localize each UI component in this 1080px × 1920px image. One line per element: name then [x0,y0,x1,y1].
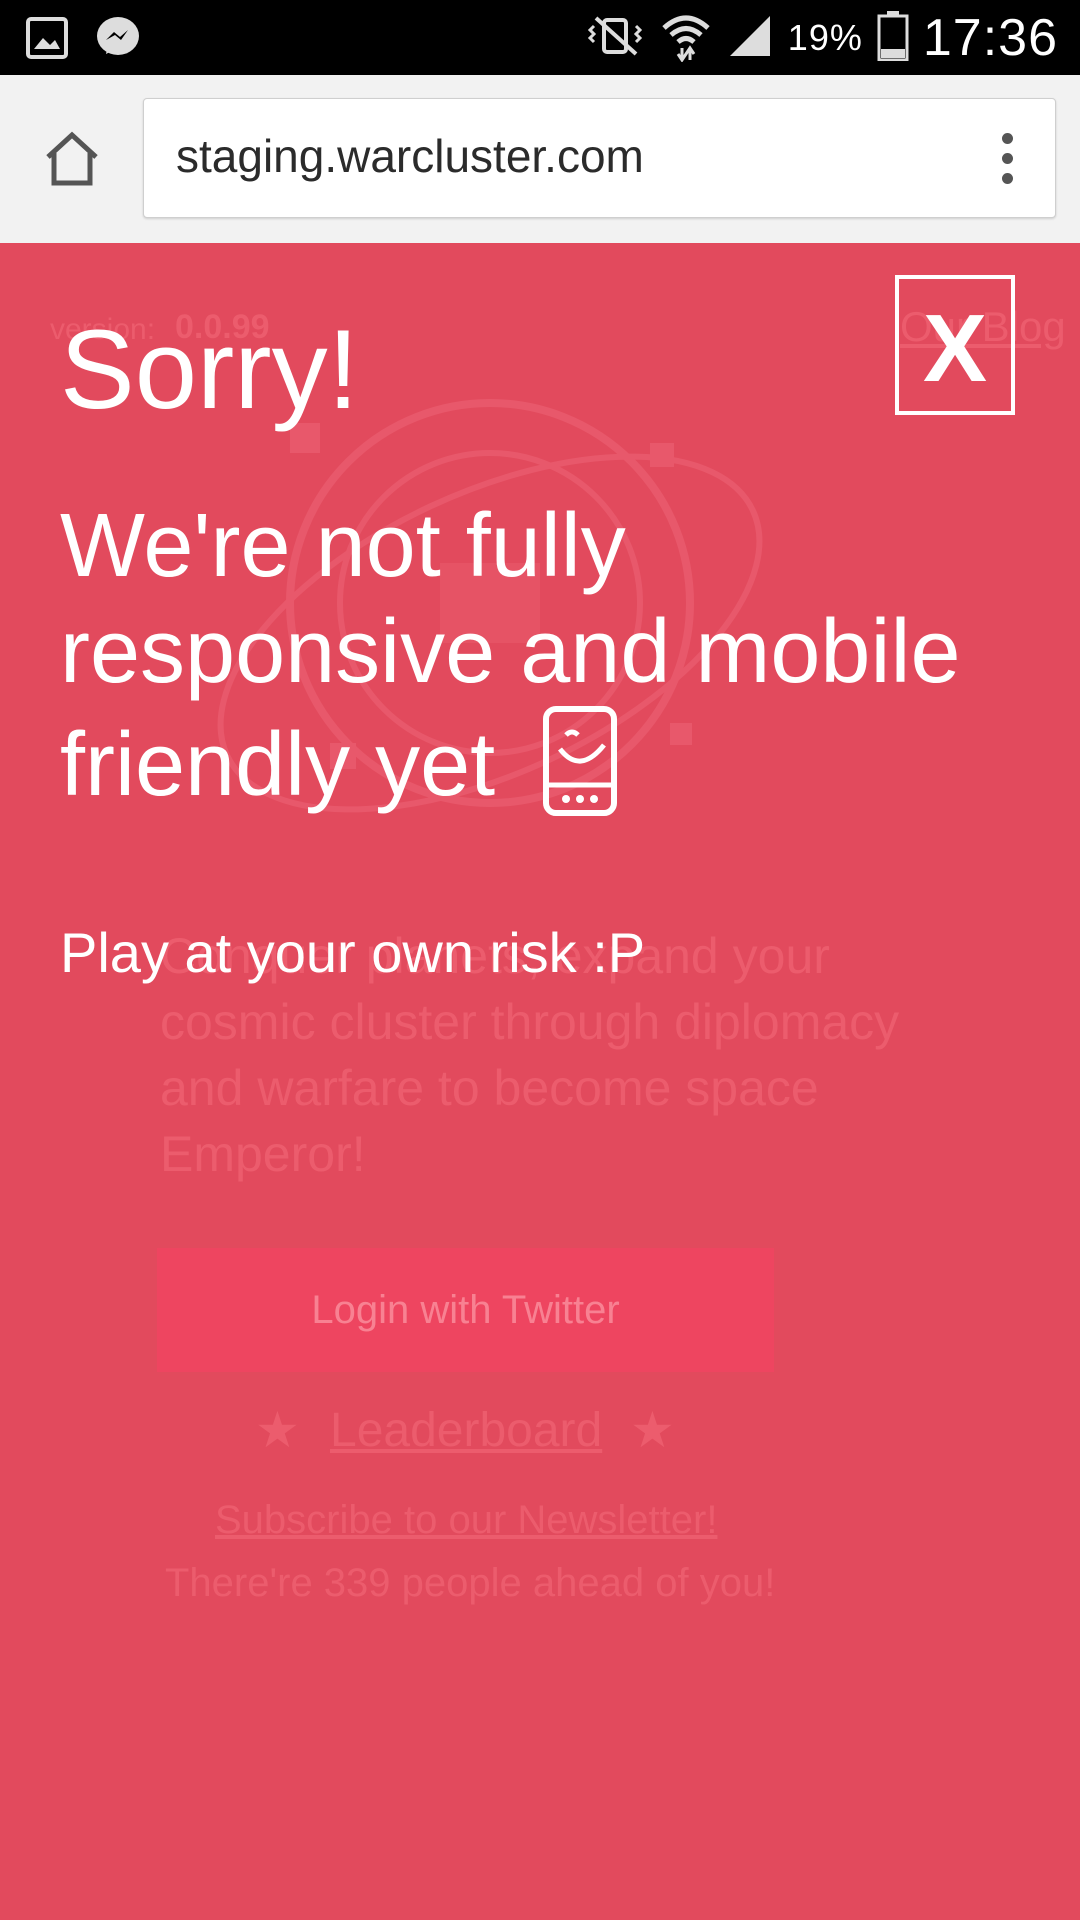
address-bar[interactable]: staging.warcluster.com [143,98,1056,218]
smiling-phone-icon [540,705,620,840]
url-text: staging.warcluster.com [176,130,644,182]
overlay-title: Sorry! [60,307,359,432]
battery-percent: 19% [787,16,863,58]
signal-icon [726,12,774,64]
battery-icon [877,10,909,65]
risk-notice: Play at your own risk :P [60,921,646,984]
overlay-message: We're not fully responsive and mobile fr… [60,496,961,815]
mute-vibrate-icon [586,14,646,62]
clock: 17:36 [922,8,1058,67]
gallery-icon [26,17,68,63]
browser-toolbar: staging.warcluster.com [0,75,1080,244]
mobile-warning-overlay: X Sorry! We're not fully responsive and … [0,243,1080,1920]
home-icon[interactable] [40,127,104,191]
close-button[interactable]: X [895,275,1015,415]
overlay-message-block: We're not fully responsive and mobile fr… [60,493,1010,840]
messenger-icon [94,14,142,66]
wifi-icon [660,10,712,66]
status-bar: 19% 17:36 [0,0,1080,75]
overflow-menu-icon[interactable] [999,133,1015,185]
